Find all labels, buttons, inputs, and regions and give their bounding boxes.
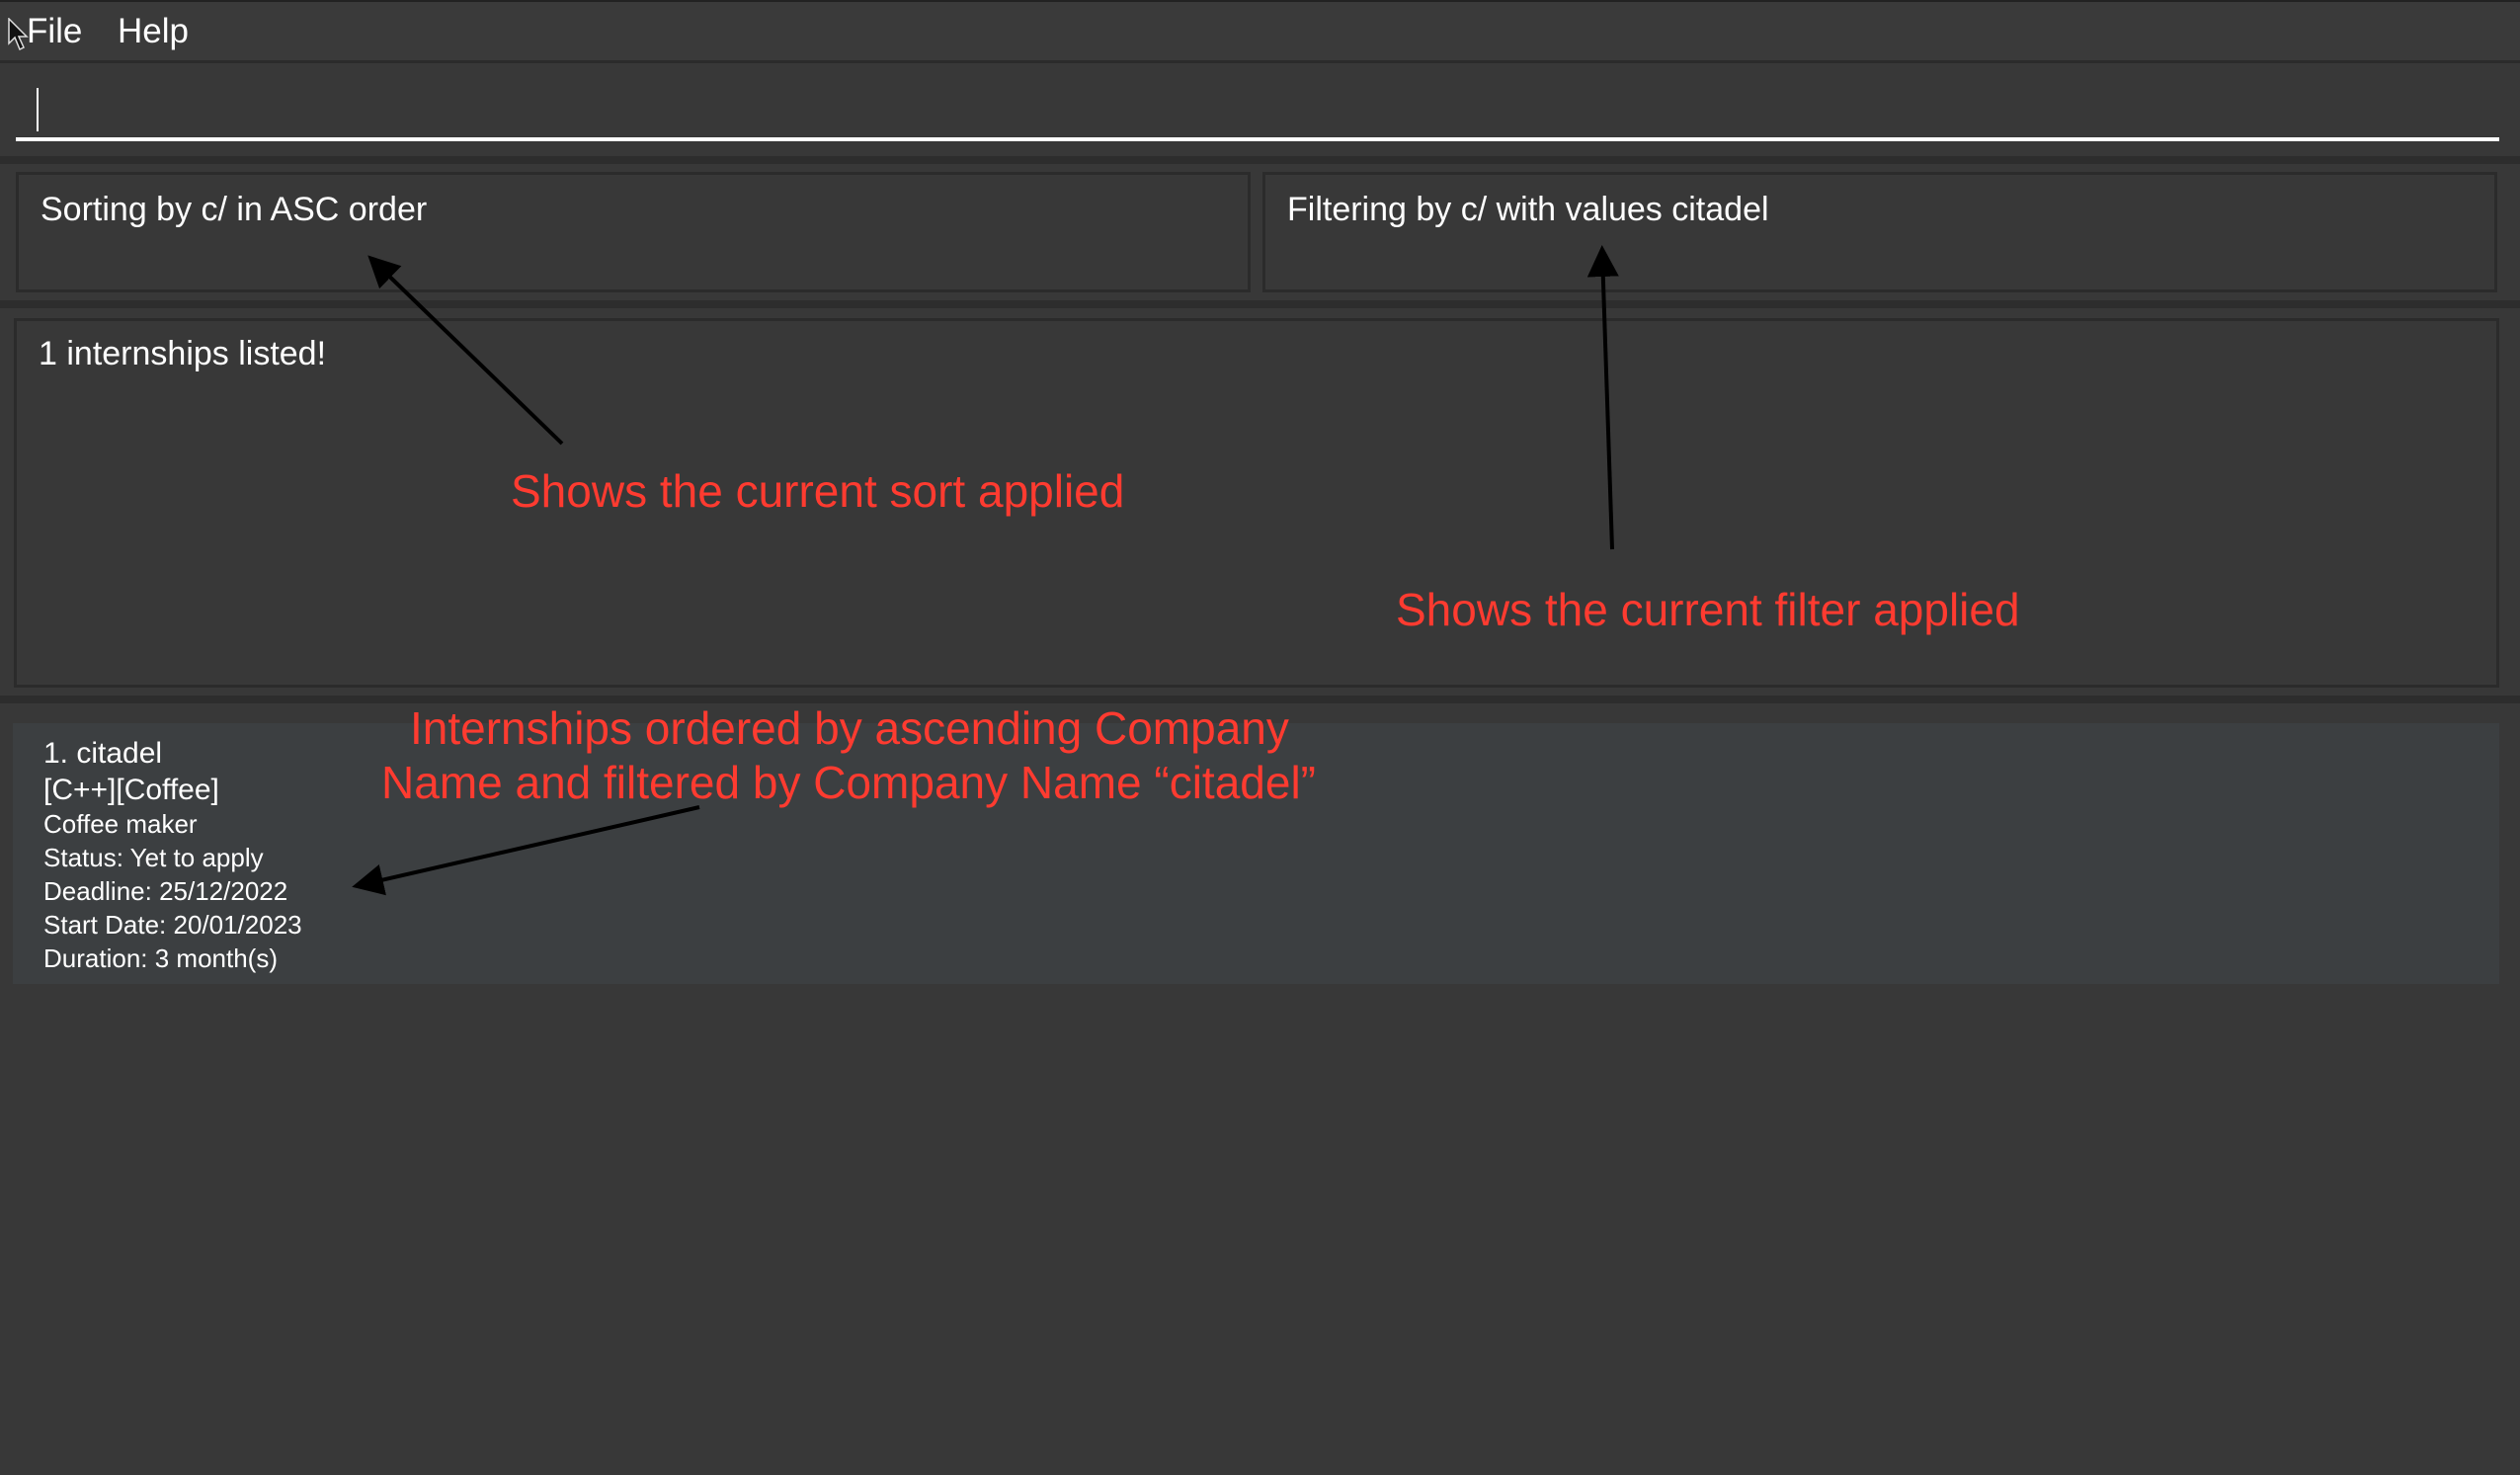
annotation-arrows: [352, 245, 1619, 896]
sort-arrow-icon: [367, 255, 564, 446]
filter-arrow-icon: [1586, 245, 1619, 550]
list-arrow-icon: [352, 805, 700, 896]
